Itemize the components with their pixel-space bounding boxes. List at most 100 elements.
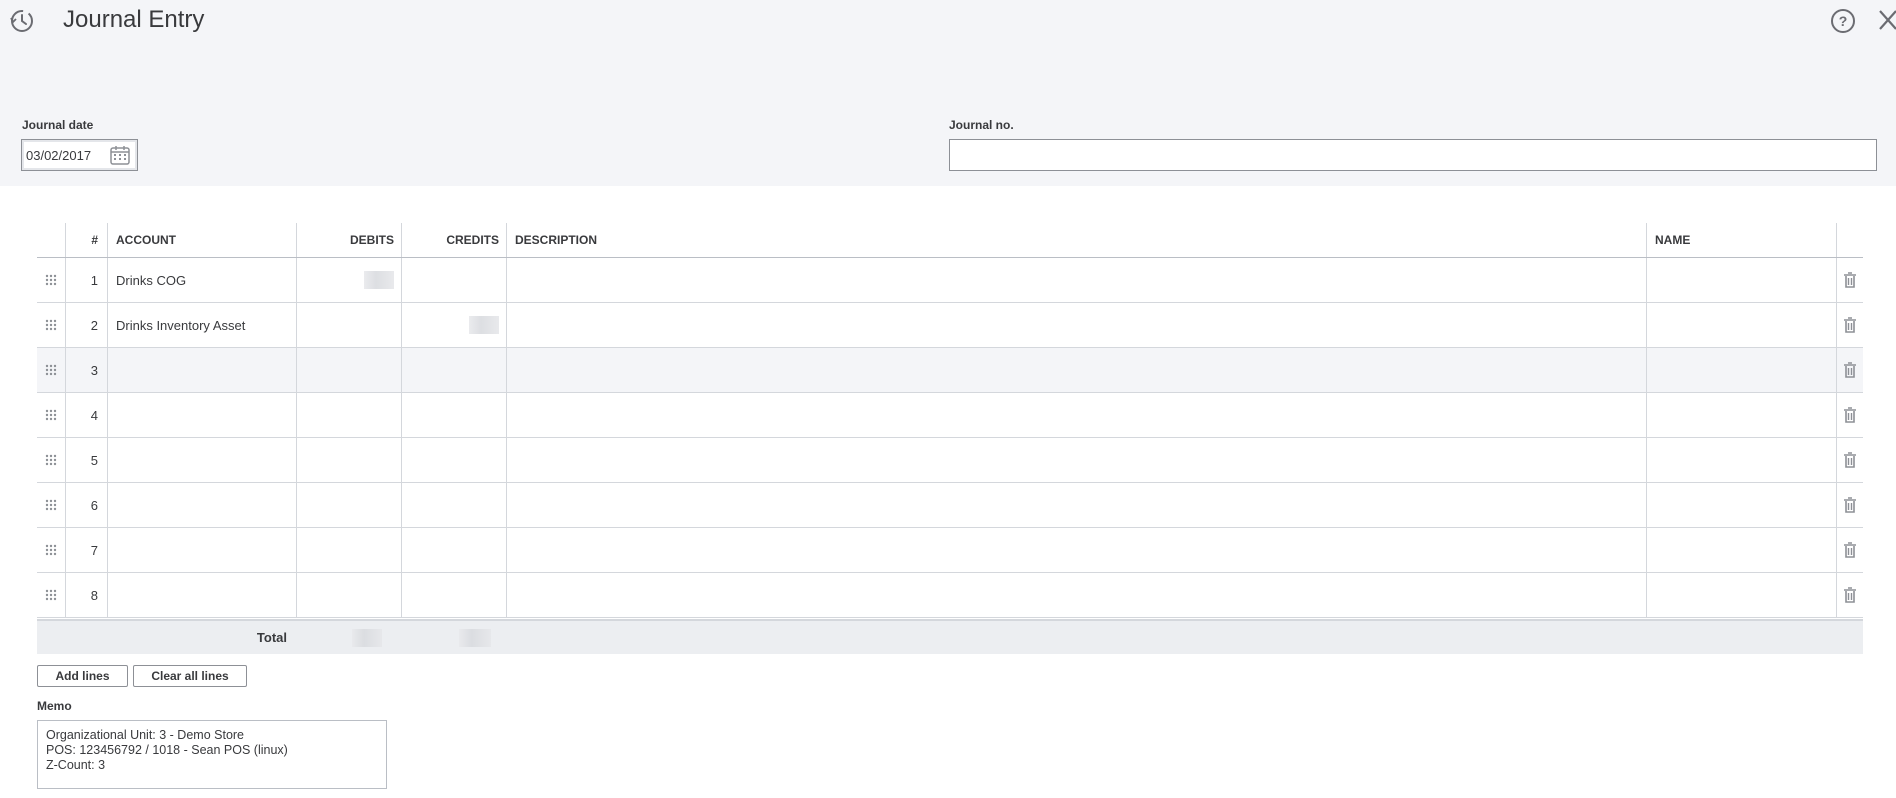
delete-row-button[interactable] [1837, 393, 1863, 437]
account-cell[interactable]: Drinks COG [108, 258, 297, 302]
column-header-description[interactable]: DESCRIPTION [507, 223, 1647, 257]
credits-cell[interactable] [402, 393, 507, 437]
drag-handle-icon[interactable] [44, 407, 58, 423]
debits-cell[interactable] [297, 258, 402, 302]
drag-handle-icon[interactable] [44, 497, 58, 513]
close-icon[interactable] [1877, 8, 1896, 32]
trash-icon[interactable] [1843, 362, 1857, 378]
memo-line: Organizational Unit: 3 - Demo Store [46, 728, 245, 742]
row-drag-handle[interactable] [37, 438, 66, 482]
account-cell[interactable] [108, 393, 297, 437]
description-cell[interactable] [507, 258, 1647, 302]
column-header-name[interactable]: NAME [1647, 223, 1837, 257]
name-cell[interactable] [1647, 438, 1837, 482]
table-row[interactable]: 7 [37, 528, 1863, 573]
account-cell[interactable] [108, 528, 297, 572]
trash-icon[interactable] [1843, 542, 1857, 558]
table-row[interactable]: 1 Drinks COG [37, 258, 1863, 303]
name-cell[interactable] [1647, 573, 1837, 617]
credits-cell[interactable] [402, 348, 507, 392]
trash-icon[interactable] [1843, 272, 1857, 288]
credits-cell[interactable] [402, 573, 507, 617]
row-drag-handle[interactable] [37, 483, 66, 527]
delete-row-button[interactable] [1837, 348, 1863, 392]
memo-textarea[interactable]: Organizational Unit: 3 - Demo Store POS:… [37, 720, 387, 789]
table-row[interactable]: 6 [37, 483, 1863, 528]
debits-cell[interactable] [297, 348, 402, 392]
trash-icon[interactable] [1843, 317, 1857, 333]
table-row[interactable]: 3 [37, 348, 1863, 393]
account-cell[interactable] [108, 573, 297, 617]
journal-date-field[interactable] [21, 139, 138, 171]
name-cell[interactable] [1647, 258, 1837, 302]
table-row[interactable]: 8 [37, 573, 1863, 618]
row-drag-handle[interactable] [37, 258, 66, 302]
column-header-credits[interactable]: CREDITS [402, 223, 507, 257]
journal-no-input[interactable] [949, 139, 1877, 171]
calendar-icon[interactable] [108, 143, 132, 167]
delete-row-button[interactable] [1837, 483, 1863, 527]
description-cell[interactable] [507, 438, 1647, 482]
debits-cell[interactable] [297, 483, 402, 527]
delete-row-button[interactable] [1837, 573, 1863, 617]
trash-icon[interactable] [1843, 407, 1857, 423]
credits-cell[interactable] [402, 303, 507, 347]
credits-cell[interactable] [402, 528, 507, 572]
debits-cell[interactable] [297, 438, 402, 482]
history-clock-icon[interactable] [9, 8, 35, 34]
account-cell[interactable] [108, 438, 297, 482]
trash-icon[interactable] [1843, 452, 1857, 468]
account-cell[interactable]: Drinks Inventory Asset [108, 303, 297, 347]
column-header-account[interactable]: ACCOUNT [108, 223, 297, 257]
debits-cell[interactable] [297, 528, 402, 572]
page-title: Journal Entry [63, 6, 205, 33]
account-cell[interactable] [108, 483, 297, 527]
name-cell[interactable] [1647, 483, 1837, 527]
row-drag-handle[interactable] [37, 348, 66, 392]
help-icon[interactable]: ? [1830, 8, 1856, 34]
drag-handle-icon[interactable] [44, 452, 58, 468]
column-header-debits[interactable]: DEBITS [297, 223, 402, 257]
delete-column-header [1837, 223, 1863, 257]
credits-cell[interactable] [402, 438, 507, 482]
drag-handle-icon[interactable] [44, 542, 58, 558]
description-cell[interactable] [507, 573, 1647, 617]
description-cell[interactable] [507, 348, 1647, 392]
account-cell[interactable] [108, 348, 297, 392]
debits-cell[interactable] [297, 393, 402, 437]
description-cell[interactable] [507, 393, 1647, 437]
drag-handle-icon[interactable] [44, 362, 58, 378]
table-row[interactable]: 2 Drinks Inventory Asset [37, 303, 1863, 348]
description-cell[interactable] [507, 483, 1647, 527]
debits-cell[interactable] [297, 303, 402, 347]
name-cell[interactable] [1647, 303, 1837, 347]
drag-handle-icon[interactable] [44, 587, 58, 603]
add-lines-button[interactable]: Add lines [37, 665, 128, 687]
delete-row-button[interactable] [1837, 303, 1863, 347]
row-drag-handle[interactable] [37, 393, 66, 437]
credits-cell[interactable] [402, 483, 507, 527]
row-drag-handle[interactable] [37, 528, 66, 572]
credits-cell[interactable] [402, 258, 507, 302]
delete-row-button[interactable] [1837, 438, 1863, 482]
trash-icon[interactable] [1843, 497, 1857, 513]
description-cell[interactable] [507, 528, 1647, 572]
delete-row-button[interactable] [1837, 528, 1863, 572]
debits-cell[interactable] [297, 573, 402, 617]
description-cell[interactable] [507, 303, 1647, 347]
drag-handle-icon[interactable] [44, 272, 58, 288]
clear-all-lines-button[interactable]: Clear all lines [133, 665, 247, 687]
name-cell[interactable] [1647, 393, 1837, 437]
drag-handle-icon[interactable] [44, 317, 58, 333]
delete-row-button[interactable] [1837, 258, 1863, 302]
name-cell[interactable] [1647, 348, 1837, 392]
table-row[interactable]: 4 [37, 393, 1863, 438]
memo-label: Memo [37, 699, 72, 713]
svg-text:?: ? [1839, 13, 1848, 29]
name-cell[interactable] [1647, 528, 1837, 572]
table-row[interactable]: 5 [37, 438, 1863, 483]
row-drag-handle[interactable] [37, 303, 66, 347]
journal-date-input[interactable] [26, 142, 110, 168]
trash-icon[interactable] [1843, 587, 1857, 603]
row-drag-handle[interactable] [37, 573, 66, 617]
